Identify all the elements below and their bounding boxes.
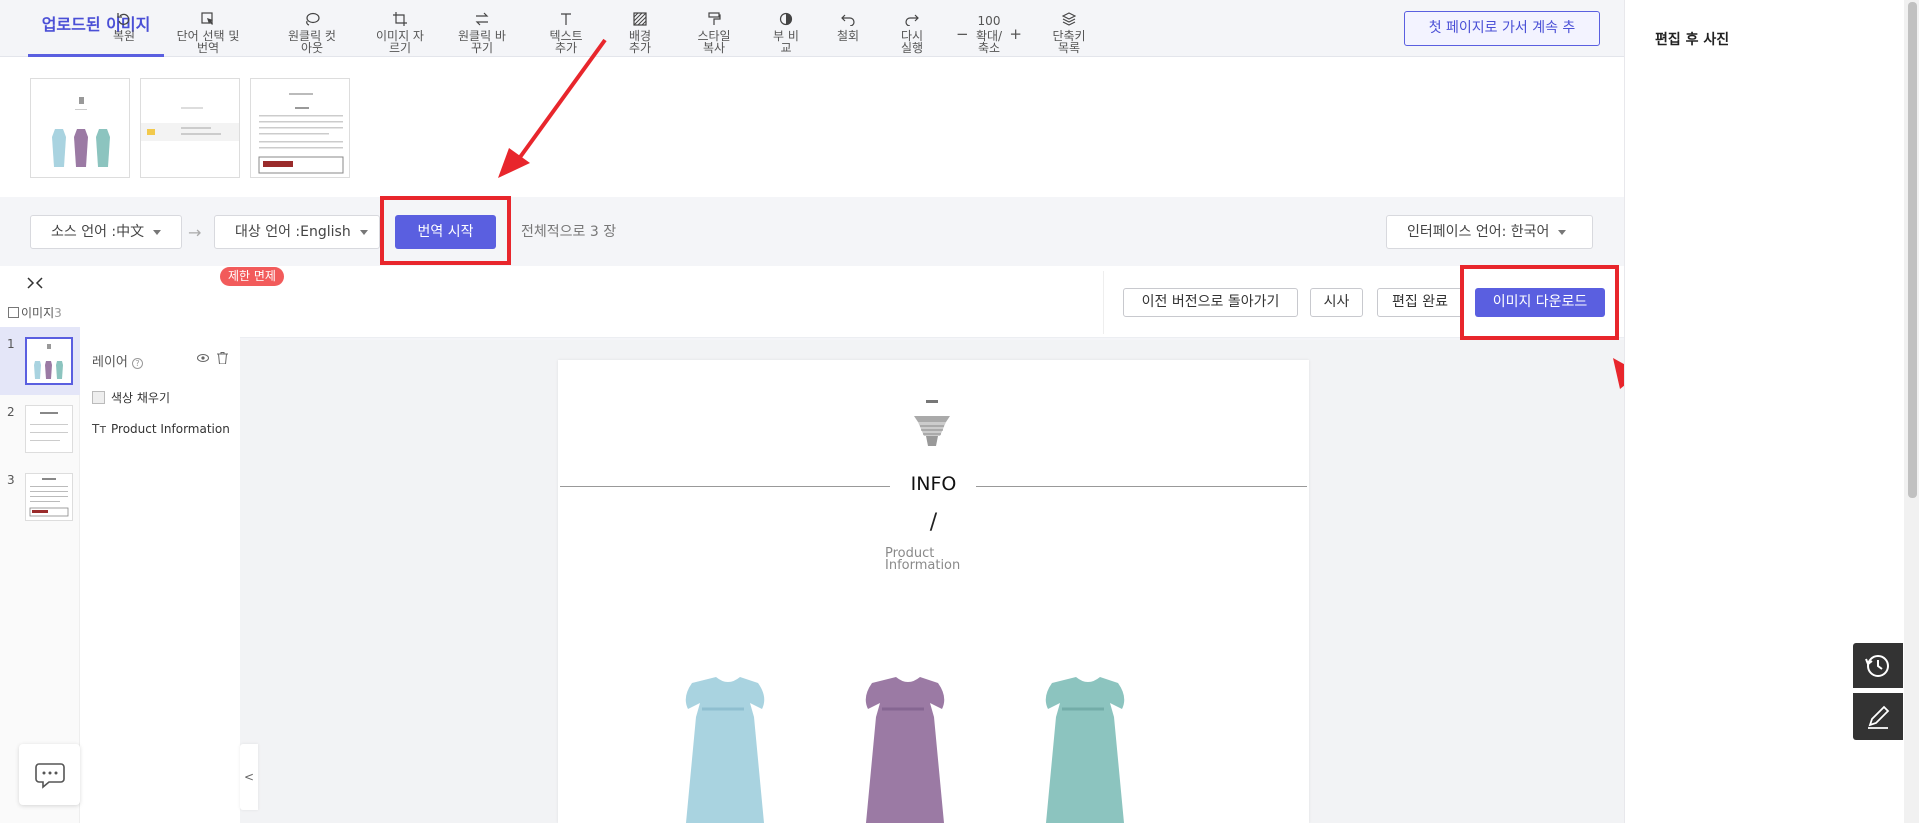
main-workspace: 업로드된 이미지 첫 페이지로 가서 계속 추 소스 언어:中文 → 대상 언… [0, 0, 1754, 823]
history-icon [1865, 655, 1889, 677]
pencil-icon [1868, 705, 1890, 729]
scrollbar-thumb[interactable] [1908, 2, 1917, 498]
history-button[interactable] [1853, 643, 1903, 688]
arrow-to-translate [516, 38, 607, 162]
edit-button[interactable] [1853, 693, 1903, 740]
edited-photo-title: 편집 후 사진 [1655, 32, 1730, 48]
